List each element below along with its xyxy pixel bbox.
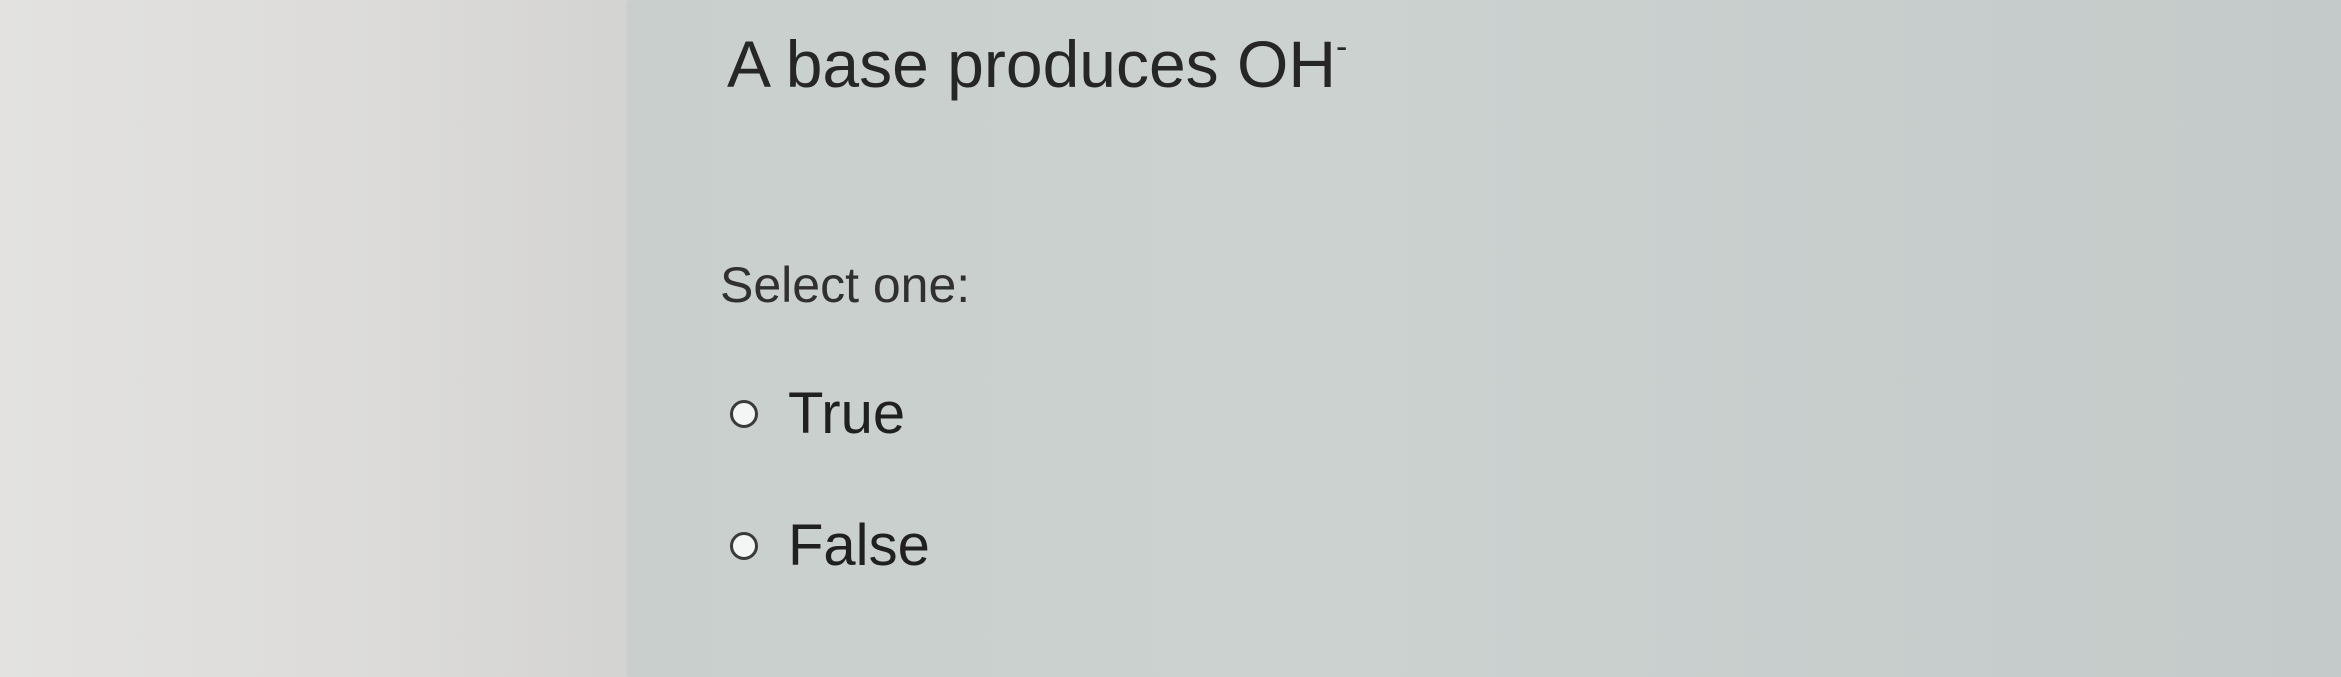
option-false[interactable]: False bbox=[730, 514, 930, 578]
select-one-prompt: Select one: bbox=[720, 257, 971, 313]
radio-button-true[interactable] bbox=[730, 399, 758, 428]
option-true[interactable]: True bbox=[730, 382, 905, 446]
page-margin bbox=[0, 0, 645, 677]
question-text-main: A base produces OH bbox=[727, 27, 1337, 101]
option-label-true[interactable]: True bbox=[788, 382, 905, 446]
option-label-false[interactable]: False bbox=[788, 514, 930, 578]
radio-button-false[interactable] bbox=[730, 531, 758, 560]
question-text: A base produces OH- bbox=[727, 28, 1347, 101]
question-superscript: - bbox=[1336, 28, 1348, 66]
